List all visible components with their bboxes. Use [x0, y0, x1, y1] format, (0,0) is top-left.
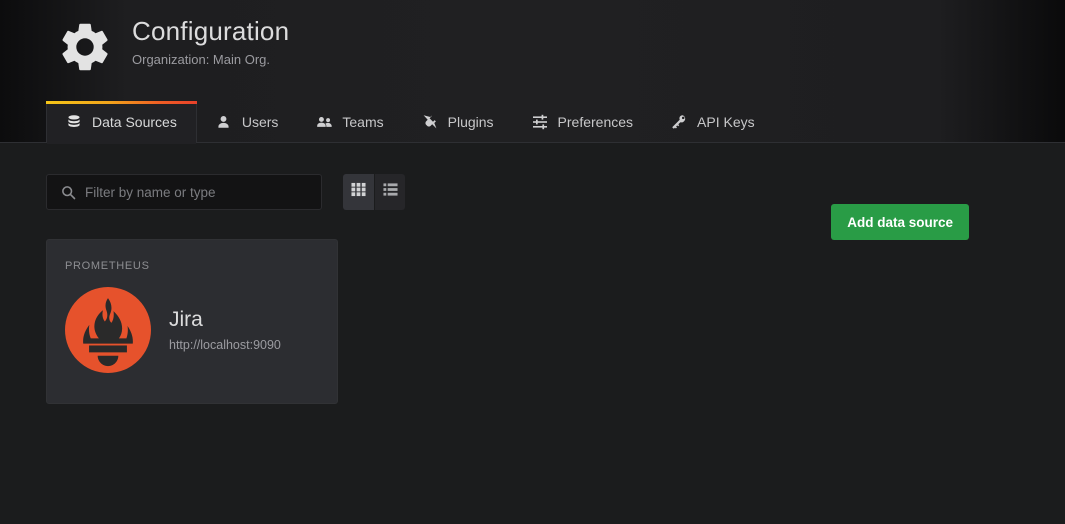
datasource-name: Jira — [169, 307, 203, 331]
nav-tabs: Data Sources Users Teams Plugins Prefere… — [0, 101, 1065, 144]
gear-icon — [56, 18, 114, 76]
users-icon — [316, 114, 333, 130]
page-header: Configuration Organization: Main Org. Da… — [0, 0, 1065, 144]
key-icon — [671, 114, 688, 130]
page-heading: Configuration Organization: Main Org. — [56, 16, 289, 76]
grid-view-button[interactable] — [343, 174, 374, 210]
database-icon — [66, 114, 83, 130]
tab-teams[interactable]: Teams — [297, 101, 402, 143]
tab-label: Preferences — [557, 114, 634, 130]
tab-label: Users — [241, 114, 279, 130]
datasource-body: Jira http://localhost:9090 — [65, 287, 319, 373]
tab-label: Data Sources — [92, 114, 177, 130]
datasource-type: PROMETHEUS — [65, 260, 150, 272]
configuration-page: Configuration Organization: Main Org. Da… — [0, 0, 1065, 524]
list-view-icon — [382, 182, 398, 202]
datasource-list: PROMETHEUS Jira http://localhost:9090 — [46, 239, 338, 404]
datasource-url: http://localhost:9090 — [169, 337, 281, 352]
tab-label: Teams — [342, 114, 384, 130]
datasource-toolbar: Add data source — [46, 174, 1019, 240]
tab-data-sources[interactable]: Data Sources — [46, 101, 197, 144]
heading-text: Configuration Organization: Main Org. — [132, 16, 289, 68]
tab-api-keys[interactable]: API Keys — [652, 101, 774, 143]
list-view-button[interactable] — [374, 174, 405, 210]
search-icon — [61, 185, 76, 200]
tab-users[interactable]: Users — [197, 101, 298, 143]
tab-preferences[interactable]: Preferences — [513, 101, 652, 143]
main-content: Add data source PROMETHEUS Jira — [0, 143, 1065, 524]
prometheus-logo — [65, 287, 151, 373]
page-subtitle: Organization: Main Org. — [132, 52, 271, 67]
search-field-wrapper[interactable] — [46, 174, 322, 210]
tab-label: API Keys — [697, 114, 755, 130]
grid-view-icon — [351, 182, 366, 202]
user-icon — [216, 114, 233, 130]
tab-label: Plugins — [447, 114, 494, 130]
search-input[interactable] — [85, 175, 321, 209]
add-data-source-button[interactable]: Add data source — [831, 204, 969, 240]
plugin-icon — [422, 114, 439, 130]
sliders-icon — [532, 114, 549, 130]
page-title: Configuration — [132, 16, 290, 46]
datasource-card[interactable]: PROMETHEUS Jira http://localhost:9090 — [46, 239, 338, 404]
view-mode-toggle — [343, 174, 405, 210]
tab-plugins[interactable]: Plugins — [403, 101, 513, 143]
datasource-info: Jira http://localhost:9090 — [169, 307, 281, 354]
